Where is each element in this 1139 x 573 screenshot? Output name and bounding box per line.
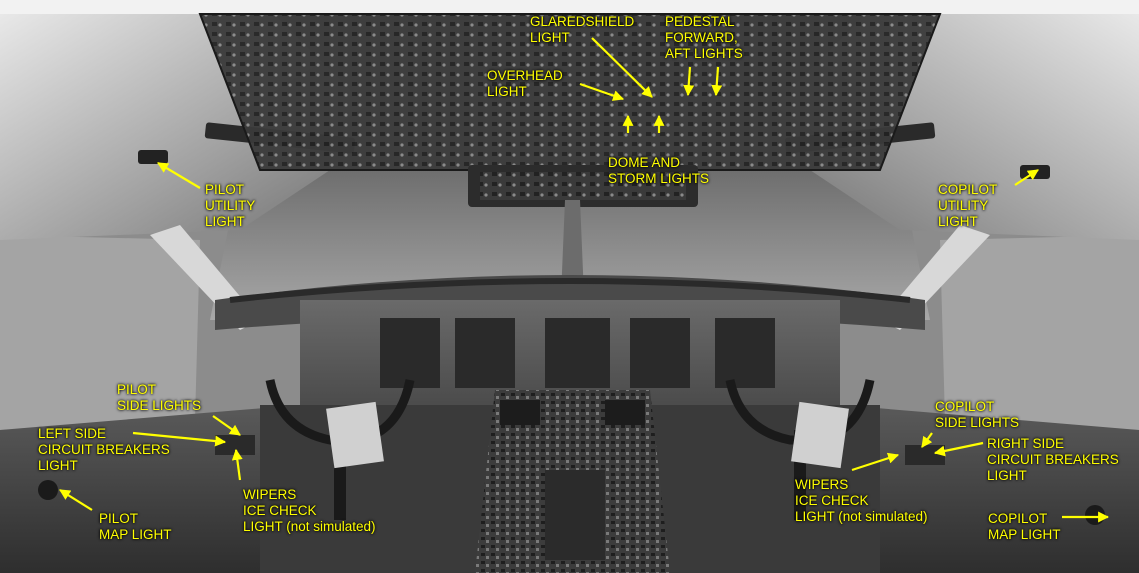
wipers-ice-check-light-right-label: WIPERS ICE CHECK LIGHT (not simulated) [795, 477, 928, 524]
wipers-ice-check-light-left-label: WIPERS ICE CHECK LIGHT (not simulated) [243, 487, 376, 534]
overhead-light-label: OVERHEAD LIGHT [487, 68, 563, 99]
copilot-map-light-label: COPILOT MAP LIGHT [988, 511, 1061, 542]
left-side-circuit-breakers-light-label: LEFT SIDE CIRCUIT BREAKERS LIGHT [38, 426, 170, 473]
copilot-utility-light-label: COPILOT UTILITY LIGHT [938, 182, 998, 229]
cockpit-diagram: GLAREDSHIELD LIGHT PEDESTAL FORWARD, AFT… [0, 0, 1139, 573]
dome-storm-lights-label: DOME AND STORM LIGHTS [608, 155, 710, 186]
pedestal-lights-label: PEDESTAL FORWARD, AFT LIGHTS [665, 14, 743, 61]
right-side-circuit-breakers-light-label: RIGHT SIDE CIRCUIT BREAKERS LIGHT [987, 436, 1119, 483]
glareshield-light-label: GLAREDSHIELD LIGHT [530, 14, 635, 45]
cockpit-photo [0, 0, 1139, 573]
pilot-map-light-label: PILOT MAP LIGHT [99, 511, 172, 542]
copilot-side-lights-label: COPILOT SIDE LIGHTS [935, 399, 1020, 430]
pilot-side-lights-label: PILOT SIDE LIGHTS [117, 382, 202, 413]
pilot-utility-light-label: PILOT UTILITY LIGHT [205, 182, 256, 229]
